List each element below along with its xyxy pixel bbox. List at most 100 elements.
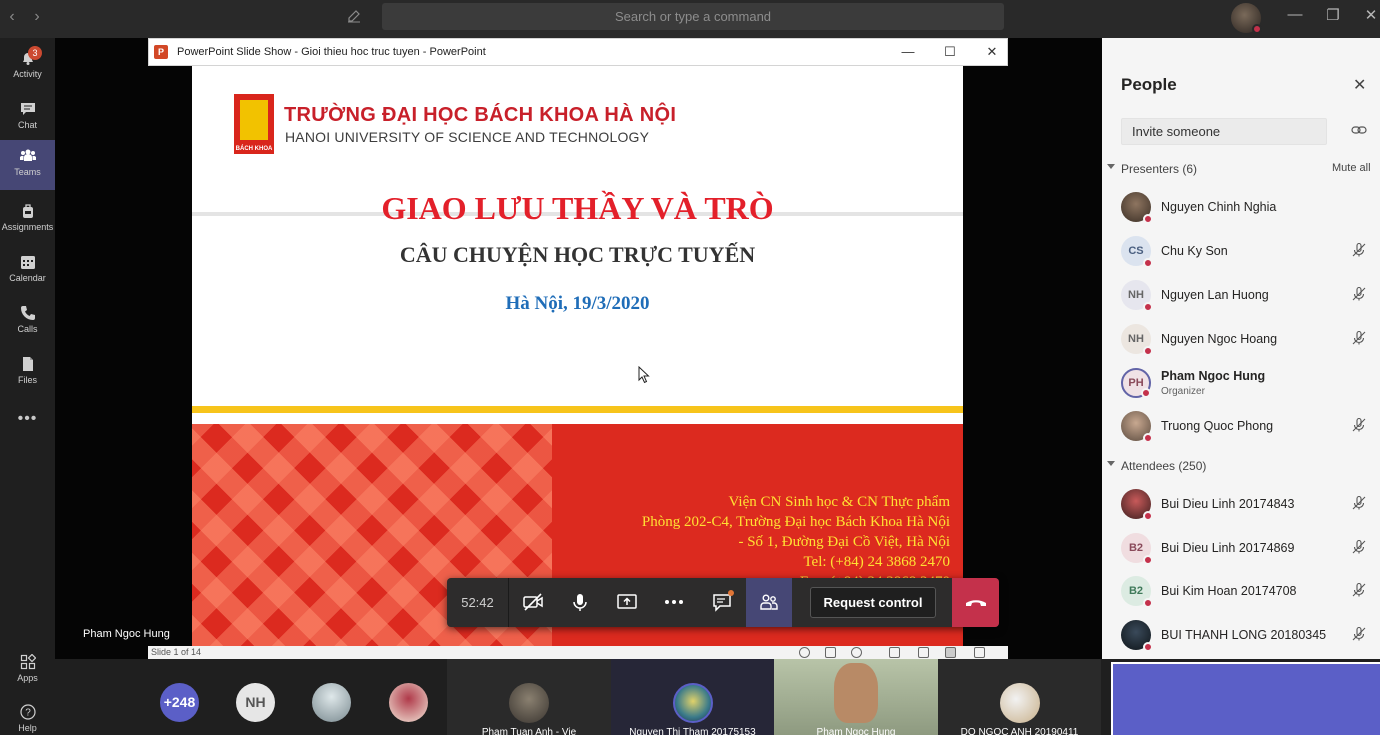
rail-activity[interactable]: 3 Activity [0,42,55,92]
slide-counter: Slide 1 of 14 [151,647,202,657]
mic-muted-icon[interactable] [1351,242,1367,258]
mouse-cursor-icon [638,366,650,384]
participant-avatar: CS [1121,236,1153,268]
participant-row[interactable]: CS Chu Ky Son [1102,230,1380,274]
participant-name: Bui Dieu Linh 20174869 [1161,541,1295,555]
mute-all-button[interactable]: Mute all [1332,162,1371,174]
apps-icon [20,654,36,670]
mic-muted-icon[interactable] [1351,582,1367,598]
rail-label: Chat [17,120,37,130]
participant-row[interactable]: PH Pham Ngoc Hung Organizer [1102,362,1380,406]
rail-calls[interactable]: Calls [0,297,55,347]
status-dot [1252,24,1262,34]
search-input[interactable]: Search or type a command [382,3,1004,30]
presenter-name: Pham Ngoc Hung [83,628,170,640]
rail-label: Calendar [9,273,46,283]
hang-up-button[interactable] [952,578,999,627]
status-dot [1143,214,1153,224]
rail-chat[interactable]: Chat [0,93,55,143]
participant-row[interactable]: B2 Bui Kim Hoan 20174708 [1102,570,1380,614]
teams-icon [19,149,36,161]
participant-initials: NH [236,683,275,722]
back-button[interactable]: ‹ [2,8,22,26]
copy-link-icon[interactable] [1351,123,1367,137]
participant-row[interactable]: NH Nguyen Lan Huong [1102,274,1380,318]
rail-label: Assignments [1,222,54,232]
camera-toggle[interactable] [510,578,556,627]
help-icon: ? [19,704,36,720]
request-control-button[interactable]: Request control [810,587,936,618]
participant-tile: Pham Tuan Anh - Vie [447,659,611,735]
rail-apps[interactable]: Apps [0,646,55,696]
reading-view-button[interactable] [945,647,956,658]
slideshow-view-button[interactable] [974,647,985,658]
participant-avatar [1121,620,1153,652]
rail-help[interactable]: ? Help [0,696,55,735]
rail-files[interactable]: Files [0,348,55,398]
invite-input[interactable]: Invite someone [1121,118,1327,145]
mic-muted-icon[interactable] [1351,495,1367,511]
slide-date: Hà Nội, 19/3/2020 [505,293,650,314]
powerpoint-status-bar: Slide 1 of 14 [148,646,1008,659]
participant-row[interactable]: BUI THANH LONG 20180345 [1102,614,1380,658]
attendees-section-toggle[interactable]: Attendees (250) [1107,459,1206,473]
mic-muted-icon[interactable] [1351,417,1367,433]
participant-row[interactable]: Nguyen Chinh Nghia [1102,186,1380,230]
status-dot [1143,511,1153,521]
compose-icon[interactable] [347,9,361,27]
app-rail: 3 Activity Chat Teams Assignments Calend… [0,38,55,735]
mic-toggle[interactable] [557,578,603,627]
presenters-section-toggle[interactable]: Presenters (6) [1107,162,1197,176]
mic-muted-icon[interactable] [1351,286,1367,302]
participant-name: Nguyen Thi Tham 20175153 [629,727,756,735]
participant-tile: DO NGOC ANH 20190411 [938,659,1101,735]
participant-avatar [389,683,428,722]
participant-name: Nguyen Chinh Nghia [1161,200,1277,214]
powerpoint-logo-icon: P [154,45,168,59]
activity-badge: 3 [28,46,42,60]
ppt-maximize-button[interactable]: ☐ [940,39,960,65]
participant-name: Bui Dieu Linh 20174843 [1161,497,1295,511]
forward-button[interactable]: › [27,8,47,26]
overflow-count[interactable]: +248 [160,683,199,722]
chat-toggle[interactable] [699,578,745,627]
normal-view-button[interactable] [889,647,900,658]
teams-window: ‹ › Search or type a command — ❐ ✕ 3 Act… [0,0,1380,735]
more-actions-button[interactable] [651,578,697,627]
people-panel: People ✕ Invite someone Presenters (6) M… [1102,38,1380,659]
sorter-view-button[interactable] [918,647,929,658]
prev-slide-button[interactable] [799,647,810,658]
close-icon[interactable]: ✕ [1353,75,1366,95]
phone-icon [20,306,35,320]
rail-label: Apps [17,673,38,683]
mic-muted-icon[interactable] [1351,330,1367,346]
status-dot [1141,388,1151,398]
participant-avatar: NH [1121,280,1153,312]
participant-row[interactable]: NH Nguyen Ngoc Hoang [1102,318,1380,362]
participant-row[interactable]: Truong Quoc Phong [1102,405,1380,449]
more-apps-icon[interactable]: ••• [0,410,55,428]
minimize-button[interactable]: — [1284,6,1306,23]
participants-toggle[interactable] [746,578,792,627]
share-button[interactable] [604,578,650,627]
mic-muted-icon[interactable] [1351,626,1367,642]
ppt-close-button[interactable]: ✕ [982,39,1002,65]
powerpoint-title-bar: P PowerPoint Slide Show - Gioi thieu hoc… [148,38,1008,66]
rail-calendar[interactable]: Calendar [0,246,55,296]
mic-muted-icon[interactable] [1351,539,1367,555]
participant-row[interactable]: Bui Dieu Linh 20174843 [1102,483,1380,527]
participant-row[interactable]: B2 Bui Dieu Linh 20174869 [1102,527,1380,571]
university-logo: BÁCH KHOA [234,94,274,154]
ppt-minimize-button[interactable]: — [898,39,918,65]
notes-button[interactable] [825,647,836,658]
participant-name: Nguyen Ngoc Hoang [1161,332,1278,346]
profile-avatar[interactable] [1231,3,1262,34]
rail-assignments[interactable]: Assignments [0,195,55,245]
rail-teams[interactable]: Teams [0,140,55,190]
rail-label: Files [17,375,37,385]
restore-button[interactable]: ❐ [1322,6,1344,24]
participant-strip: +248 NH Pham Tuan Anh - Vie Nguyen Thi T… [55,659,1380,735]
next-slide-button[interactable] [851,647,862,658]
close-button[interactable]: ✕ [1360,6,1380,24]
participant-avatar [999,683,1040,723]
